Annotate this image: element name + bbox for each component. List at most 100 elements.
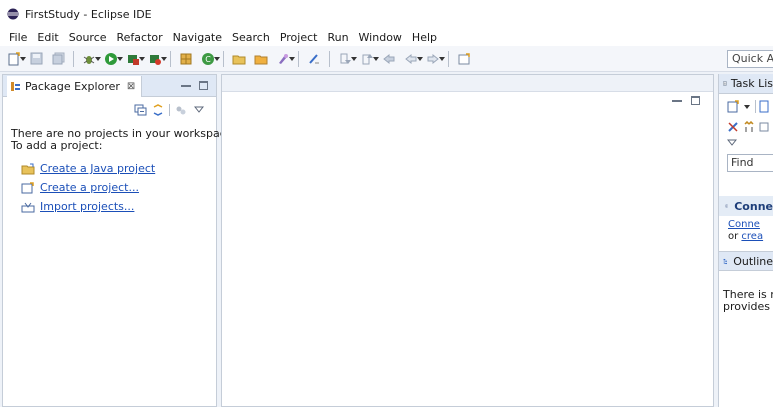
outline-tab-label: Outline: [733, 254, 773, 268]
chevron-down-icon[interactable]: [743, 104, 751, 110]
menu-file[interactable]: File: [4, 31, 32, 44]
package-explorer-tab[interactable]: Package Explorer ⊠: [7, 75, 143, 97]
next-annotation-button[interactable]: [334, 49, 357, 69]
search-button[interactable]: [272, 49, 295, 69]
create-local-task-link[interactable]: crea: [741, 231, 763, 242]
connect-mylyn-links: Conne or crea: [719, 216, 773, 243]
title-bar: FirstStudy - Eclipse IDE: [0, 0, 773, 28]
task-filter-icon[interactable]: [759, 100, 769, 113]
outline-message-line2: provides an: [723, 300, 773, 313]
task-find-field[interactable]: Find: [727, 154, 773, 172]
quick-access-field[interactable]: Quick Ac: [727, 50, 773, 68]
new-file-icon: [8, 51, 20, 65]
external-tools-button[interactable]: [144, 49, 167, 69]
link-with-editor-button[interactable]: [149, 102, 167, 118]
new-class-button[interactable]: C: [197, 49, 220, 69]
package-explorer-view-toolbar: [3, 97, 216, 123]
forward-arrow-icon: [427, 53, 439, 64]
debug-button[interactable]: [78, 49, 101, 69]
last-edit-icon: [383, 53, 395, 64]
task-list-menu-row: [719, 139, 773, 146]
svg-text:C: C: [205, 55, 211, 64]
menu-refactor[interactable]: Refactor: [112, 31, 168, 44]
close-icon[interactable]: ⊠: [127, 81, 135, 92]
link-icon: [153, 104, 162, 116]
import-projects-link[interactable]: Import projects...: [40, 200, 134, 213]
menu-help[interactable]: Help: [407, 31, 442, 44]
view-menu-chevron-icon[interactable]: [727, 139, 737, 146]
new-task-icon[interactable]: [727, 100, 740, 113]
create-java-project-row: Create a Java project: [21, 159, 216, 178]
menu-search[interactable]: Search: [227, 31, 275, 44]
save-button[interactable]: [25, 49, 47, 69]
last-edit-button[interactable]: [378, 49, 400, 69]
menu-navigate[interactable]: Navigate: [168, 31, 227, 44]
previous-annotation-button[interactable]: [356, 49, 379, 69]
task-list-tab[interactable]: Task Lis: [719, 74, 773, 94]
bug-icon: [83, 55, 95, 64]
info-icon: i: [725, 204, 729, 208]
java-project-icon: [21, 163, 35, 174]
chevron-down-icon: [194, 106, 204, 113]
focus-on-active-task-button[interactable]: [172, 102, 190, 118]
connect-link[interactable]: Conne: [728, 219, 760, 230]
coverage-button[interactable]: [122, 49, 145, 69]
menu-edit[interactable]: Edit: [32, 31, 63, 44]
expand-icon[interactable]: [759, 121, 769, 133]
back-arrow-icon: [405, 53, 417, 64]
project-links: Create a Java project Create a project..…: [3, 152, 216, 216]
editor-header: [222, 75, 713, 92]
hide-completed-icon[interactable]: [727, 121, 740, 133]
class-icon: C: [202, 52, 214, 65]
outline-icon: [723, 258, 727, 264]
connect-mylyn-title: Conne: [734, 199, 773, 213]
open-perspective-icon: [458, 52, 470, 64]
minimize-icon[interactable]: [181, 85, 191, 87]
open-type-button[interactable]: [228, 49, 250, 69]
package-icon: [180, 53, 192, 64]
maximize-icon[interactable]: [199, 81, 208, 90]
collapse-all-button[interactable]: [131, 102, 149, 118]
collapse-all-icon: [134, 104, 146, 116]
run-button[interactable]: [100, 49, 123, 69]
create-project-link[interactable]: Create a project...: [40, 181, 139, 194]
package-explorer-header: Package Explorer ⊠: [3, 75, 216, 97]
forward-button[interactable]: [422, 49, 445, 69]
task-list-toolbar-row1: [719, 100, 773, 113]
external-tools-icon: [150, 54, 161, 65]
package-explorer-tab-label: Package Explorer: [25, 79, 120, 93]
editor-maximize-icon[interactable]: [691, 96, 700, 105]
connect-mylyn-banner: i Conne: [719, 196, 773, 216]
empty-workspace-line2: To add a project:: [11, 139, 103, 152]
outline-tab[interactable]: Outline: [719, 251, 773, 271]
connect-or-text: or: [728, 231, 742, 242]
save-all-button[interactable]: [47, 49, 69, 69]
folder-open-icon: [254, 55, 268, 64]
save-all-icon: [52, 52, 64, 65]
collapse-all-icon[interactable]: [743, 121, 756, 133]
right-panels: Task Lis Find i Conne Conne or crea Outl…: [718, 74, 773, 407]
search-tool-icon: [279, 53, 288, 64]
toggle-mark-occurrences-button[interactable]: [303, 49, 325, 69]
window-title: FirstStudy - Eclipse IDE: [25, 7, 152, 21]
menu-project[interactable]: Project: [275, 31, 323, 44]
highlighter-icon: [309, 53, 319, 64]
open-task-button[interactable]: [250, 49, 272, 69]
new-button[interactable]: [3, 49, 26, 69]
back-button[interactable]: [400, 49, 423, 69]
open-perspective-button[interactable]: [453, 49, 475, 69]
create-java-project-link[interactable]: Create a Java project: [40, 162, 155, 175]
view-menu-button[interactable]: [190, 102, 208, 118]
new-project-icon: [21, 181, 34, 193]
menu-source[interactable]: Source: [64, 31, 112, 44]
previous-annotation-icon: [362, 53, 373, 64]
main-toolbar: C: [0, 46, 773, 72]
editor-minimize-icon[interactable]: [672, 100, 682, 102]
menu-window[interactable]: Window: [354, 31, 407, 44]
save-icon: [30, 52, 42, 65]
empty-workspace-message: There are no projects in your workspace.…: [3, 123, 236, 152]
menu-run[interactable]: Run: [322, 31, 353, 44]
new-java-package-button[interactable]: [175, 49, 197, 69]
coverage-icon: [128, 54, 139, 65]
eclipse-logo-icon: [7, 8, 19, 20]
